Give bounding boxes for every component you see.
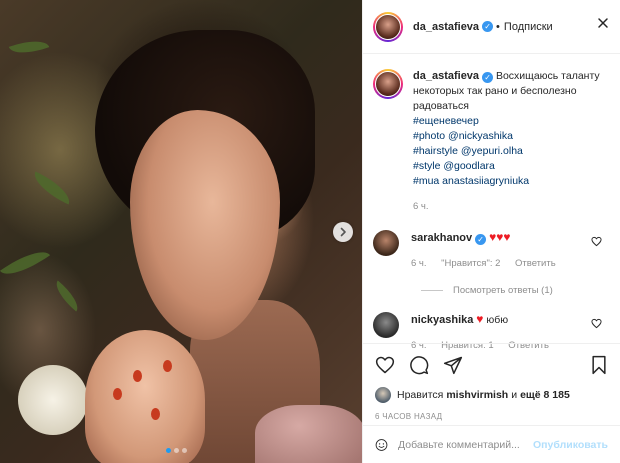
comment-text: юбю — [486, 314, 509, 326]
next-slide-button[interactable] — [333, 222, 353, 242]
comment-button[interactable] — [409, 355, 429, 375]
caption-credit-photo[interactable]: #photo @nickyashika — [413, 129, 603, 144]
commenter-avatar[interactable] — [373, 312, 399, 338]
author-avatar[interactable] — [373, 69, 403, 99]
comment: sarakhanov ✓ ♥♥♥ 6 ч. "Нравится": 2 Ответ… — [411, 230, 601, 271]
carousel-dots — [166, 448, 187, 453]
caption-credit-style[interactable]: #style @goodlara — [413, 159, 603, 174]
share-button[interactable] — [443, 355, 463, 375]
flower-shape — [18, 365, 88, 435]
caption-time[interactable]: 6 ч. — [413, 201, 429, 212]
comment-input[interactable] — [398, 438, 534, 451]
hand-shape — [85, 330, 205, 463]
commenter-username[interactable]: sarakhanov — [411, 232, 472, 244]
comment-heart-emoji: ♥ — [476, 312, 484, 326]
commenter-username[interactable]: nickyashika — [411, 314, 473, 326]
commenter-avatar[interactable] — [373, 230, 399, 256]
caption-credit-hairstyle[interactable]: #hairstyle @yepuri.olha — [413, 144, 603, 159]
comment-meta: 6 ч. "Нравится": 2 Ответить — [411, 256, 601, 271]
caption: da_astafieva ✓ Восхищаюсь таланту некотор… — [413, 69, 603, 214]
comment-row: sarakhanov ✓ ♥♥♥ 6 ч. "Нравится": 2 Ответ… — [373, 230, 610, 271]
carousel-dot — [182, 448, 187, 453]
comment-likes[interactable]: "Нравится": 2 — [441, 258, 500, 269]
comment-like-heart-icon[interactable] — [591, 318, 602, 332]
share-icon — [443, 356, 463, 375]
reply-button[interactable]: Ответить — [515, 258, 556, 269]
liker-avatar[interactable] — [375, 387, 391, 403]
publish-comment-button[interactable]: Опубликовать — [533, 439, 608, 451]
caption-row: da_astafieva ✓ Восхищаюсь таланту некотор… — [373, 69, 610, 214]
caption-hashtag[interactable]: #ещеневечер — [413, 114, 603, 129]
likes-prefix: Нравится — [397, 389, 444, 401]
verified-badge-icon: ✓ — [482, 21, 494, 32]
author-avatar[interactable] — [373, 11, 403, 42]
blouse-shape — [255, 405, 362, 463]
comment-time[interactable]: 6 ч. — [411, 258, 427, 269]
save-button[interactable] — [590, 355, 608, 375]
nail-shape — [163, 360, 172, 372]
leaf-decoration — [50, 280, 84, 312]
verified-badge-icon: ✓ — [482, 72, 494, 83]
leaf-decoration — [0, 242, 51, 284]
carousel-dot-active — [166, 448, 171, 453]
author-username[interactable]: da_astafieva — [413, 21, 479, 33]
post-header: da_astafieva ✓ • Подписки — [363, 0, 620, 54]
nail-shape — [151, 408, 160, 420]
carousel-dot — [174, 448, 179, 453]
comment-icon — [410, 356, 429, 375]
verified-badge-icon: ✓ — [475, 234, 487, 245]
leaf-decoration — [8, 33, 50, 61]
comments-list: da_astafieva ✓ Восхищаюсь таланту некотор… — [363, 55, 620, 351]
caption-credit-mua[interactable]: #mua anastasiiagryniuka — [413, 174, 603, 189]
liker-username[interactable]: mishvirmish — [446, 389, 508, 401]
more-options-icon[interactable] — [596, 16, 610, 35]
caption-username[interactable]: da_astafieva — [413, 70, 479, 82]
post-side-panel: da_astafieva ✓ • Подписки da_astafieva ✓ … — [362, 0, 620, 463]
comment-text: ♥♥♥ — [489, 230, 511, 244]
post-photo[interactable] — [0, 0, 362, 463]
view-replies-label[interactable]: Посмотреть ответы (1) — [453, 285, 553, 296]
view-replies-button[interactable]: Посмотреть ответы (1) — [421, 285, 610, 296]
heart-icon — [375, 356, 395, 374]
nail-shape — [113, 388, 122, 400]
chevron-right-icon — [340, 227, 346, 237]
action-bar — [375, 353, 608, 377]
emoji-icon[interactable] — [375, 436, 388, 454]
post-timestamp[interactable]: 6 ЧАСОВ НАЗАД — [375, 412, 608, 421]
caption-meta: 6 ч. — [413, 199, 603, 214]
replies-divider — [421, 290, 443, 291]
likes-summary: Нравится mishvirmish и ещё 8 185 — [375, 387, 608, 403]
bookmark-icon — [592, 355, 606, 375]
nail-shape — [133, 370, 142, 382]
leaf-decoration — [28, 171, 76, 205]
like-button[interactable] — [375, 355, 395, 375]
author-line: da_astafieva ✓ • Подписки — [413, 21, 553, 33]
comment-like-heart-icon[interactable] — [591, 236, 602, 250]
add-comment-bar: Опубликовать — [363, 425, 620, 463]
separator-dot: • — [496, 20, 500, 33]
likes-others-count[interactable]: ещё 8 185 — [520, 389, 570, 401]
follow-status-button[interactable]: Подписки — [504, 21, 553, 33]
likes-conjunction: и — [511, 389, 518, 401]
